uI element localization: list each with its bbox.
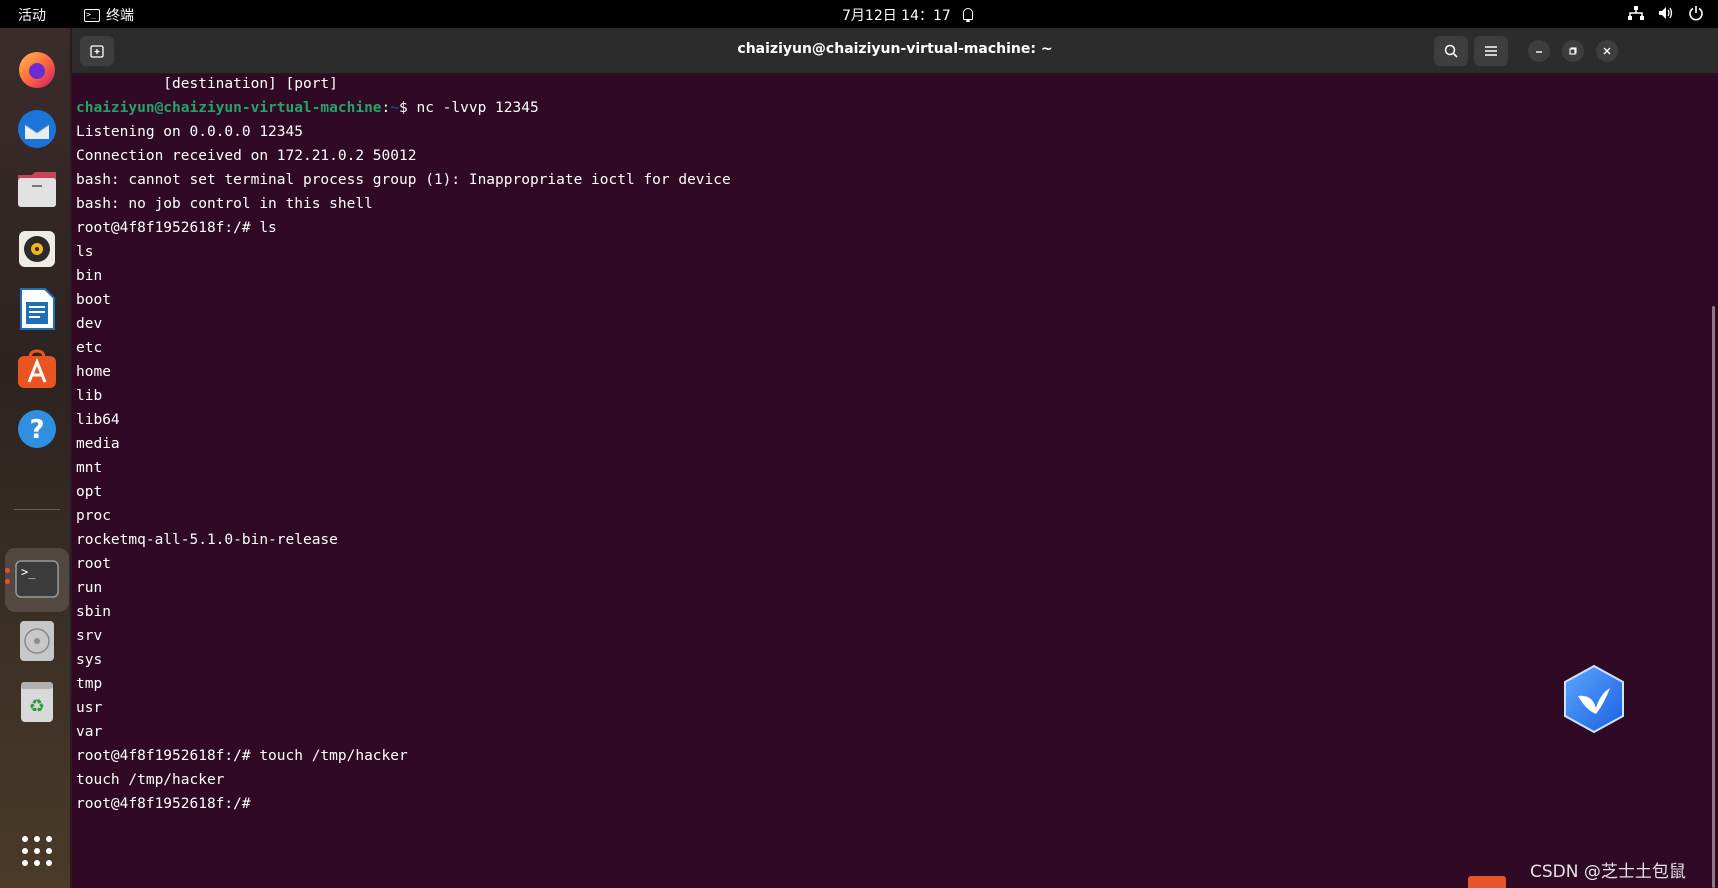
- terminal-line: sbin: [76, 604, 111, 620]
- window-title: chaiziyun@chaiziyun-virtual-machine: ~: [737, 41, 1053, 57]
- clock-text: 7月12日 14：17: [842, 8, 951, 24]
- system-tray[interactable]: [1628, 4, 1704, 22]
- terminal-line: bash: cannot set terminal process group …: [76, 172, 731, 188]
- volume-icon[interactable]: [1658, 4, 1674, 22]
- terminal-line: opt: [76, 484, 103, 500]
- disc-icon[interactable]: [14, 618, 60, 664]
- terminal-line: mnt: [76, 460, 103, 476]
- terminal-line: var: [76, 724, 103, 740]
- watermark: CSDN @芝士土包鼠: [1530, 862, 1686, 882]
- terminal-window: chaiziyun@chaiziyun-virtual-machine: ~ […: [72, 28, 1718, 888]
- dock-separator: [14, 509, 60, 510]
- network-icon[interactable]: [1628, 4, 1644, 22]
- terminal-line: bin: [76, 268, 103, 284]
- terminal-line: root@4f8f1952618f:/# touch /tmp/hacker: [76, 748, 408, 764]
- prompt-user: chaiziyun@chaiziyun-virtual-machine: [76, 100, 382, 116]
- app-center-icon[interactable]: [14, 346, 60, 392]
- terminal-line: etc: [76, 340, 103, 356]
- app-menu[interactable]: >_ 终端: [84, 5, 134, 25]
- svg-text:>_: >_: [21, 565, 36, 579]
- terminal-output[interactable]: [destination] [port] chaiziyun@chaiziyun…: [74, 74, 1704, 888]
- close-icon: [1603, 47, 1611, 55]
- terminal-line: rocketmq-all-5.1.0-bin-release: [76, 532, 338, 548]
- terminal-line: proc: [76, 508, 111, 524]
- top-bar: 活动 >_ 终端 7月12日 14：17: [0, 0, 1718, 28]
- help-icon[interactable]: ?: [14, 406, 60, 452]
- terminal-line: lib: [76, 388, 103, 404]
- terminal-line: lib64: [76, 412, 120, 428]
- prompt-command: $ nc -lvvp 12345: [399, 100, 539, 116]
- app-menu-label: 终端: [106, 8, 134, 24]
- terminal-small-icon: >_: [84, 8, 100, 22]
- terminal-line: dev: [76, 316, 103, 332]
- show-apps-icon[interactable]: [14, 828, 60, 874]
- running-indicator: [5, 568, 10, 590]
- terminal-line: usr: [76, 700, 103, 716]
- terminal-line: run: [76, 580, 103, 596]
- terminal-line: [destination] [port]: [76, 76, 338, 92]
- hamburger-menu-icon: [1485, 46, 1497, 56]
- corner-badge: [1468, 876, 1506, 888]
- terminal-line: boot: [76, 292, 111, 308]
- terminal-line: srv: [76, 628, 103, 644]
- files-icon[interactable]: [14, 166, 60, 212]
- terminal-line: Connection received on 172.21.0.2 50012: [76, 148, 417, 164]
- maximize-button[interactable]: [1562, 40, 1584, 62]
- prompt-path: ~: [390, 100, 400, 116]
- clock[interactable]: 7月12日 14：17: [842, 5, 975, 25]
- terminal-prompt-line: chaiziyun@chaiziyun-virtual-machine:~$ n…: [76, 98, 539, 118]
- terminal-line: root: [76, 556, 111, 572]
- activities-button[interactable]: 活动: [18, 5, 46, 25]
- terminal-icon[interactable]: >_: [14, 556, 60, 602]
- close-button[interactable]: [1596, 40, 1618, 62]
- prompt-separator: :: [381, 100, 391, 116]
- terminal-line: root@4f8f1952618f:/#: [76, 796, 251, 812]
- search-button[interactable]: [1434, 36, 1468, 66]
- terminal-line: Listening on 0.0.0.0 12345: [76, 124, 303, 140]
- thunderbird-icon[interactable]: [14, 106, 60, 152]
- terminal-line: sys: [76, 652, 103, 668]
- notification-bell-icon: [961, 7, 975, 23]
- terminal-line: media: [76, 436, 120, 452]
- trash-icon[interactable]: ♻: [14, 678, 60, 724]
- libreoffice-writer-icon[interactable]: [14, 286, 60, 332]
- terminal-line: bash: no job control in this shell: [76, 196, 373, 212]
- minimize-icon: [1536, 51, 1542, 53]
- terminal-line: tmp: [76, 676, 103, 692]
- terminal-line: home: [76, 364, 111, 380]
- svg-text:♻: ♻: [29, 696, 45, 717]
- restore-icon: [1569, 47, 1577, 55]
- header-bar[interactable]: chaiziyun@chaiziyun-virtual-machine: ~: [72, 28, 1718, 74]
- terminal-line: ls: [76, 244, 94, 260]
- terminal-scrollbar[interactable]: [1712, 306, 1715, 888]
- dock: ? >_ ♻: [0, 28, 70, 888]
- floating-bird-widget-icon[interactable]: [1562, 664, 1626, 734]
- terminal-line: root@4f8f1952618f:/# ls: [76, 220, 277, 236]
- svg-text:?: ?: [29, 415, 44, 445]
- rhythmbox-icon[interactable]: [14, 226, 60, 272]
- search-icon: [1444, 44, 1458, 58]
- terminal-line: touch /tmp/hacker: [76, 772, 225, 788]
- minimize-button[interactable]: [1528, 40, 1550, 62]
- firefox-icon[interactable]: [14, 46, 60, 92]
- power-icon[interactable]: [1688, 4, 1704, 22]
- menu-button[interactable]: [1474, 36, 1508, 66]
